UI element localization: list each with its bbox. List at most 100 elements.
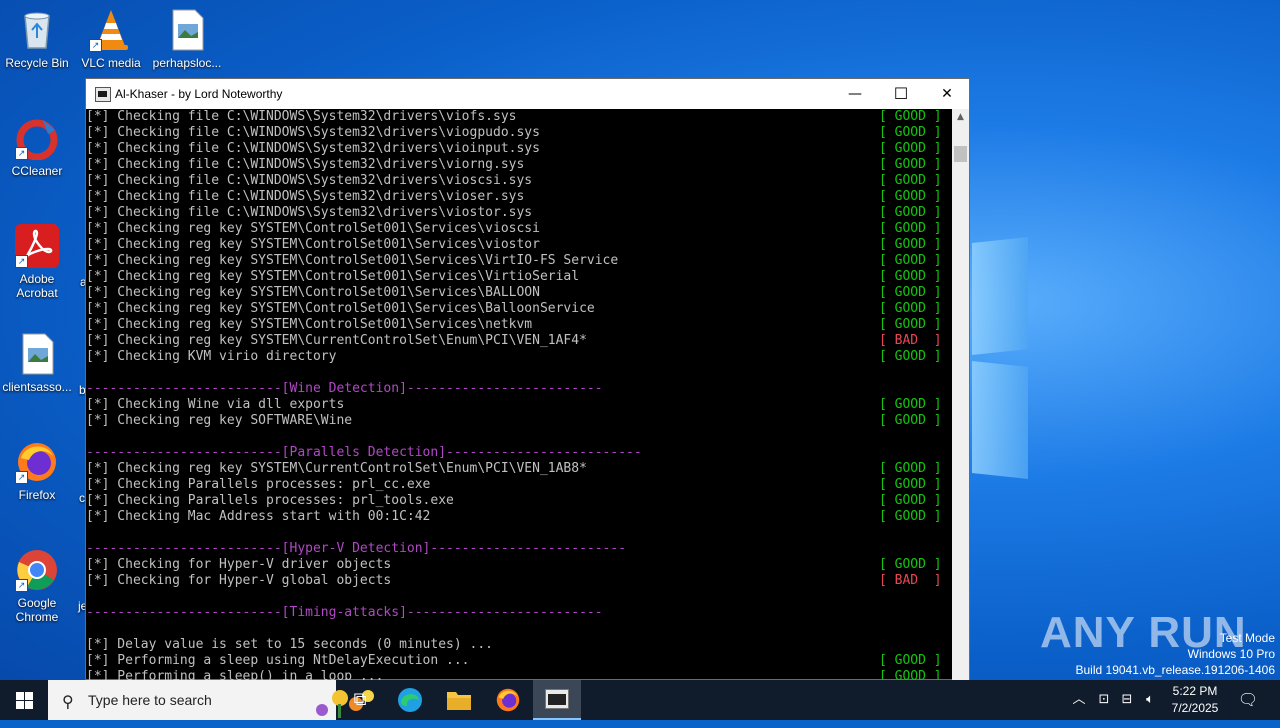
minimize-button[interactable]: — <box>832 79 878 109</box>
network-icon[interactable]: ⊟ <box>1116 680 1138 720</box>
console-line: [*] Checking file C:\WINDOWS\System32\dr… <box>86 109 952 125</box>
taskbar-console-app[interactable] <box>533 680 581 720</box>
desktop-icon-label: Recycle Bin <box>5 56 69 70</box>
maximize-button[interactable]: ☐ <box>878 79 924 109</box>
windows-start-icon-pane <box>25 692 33 700</box>
desktop-icon-vlc[interactable]: ↗ VLC media <box>74 8 148 70</box>
console-line: [*] Checking reg key SYSTEM\ControlSet00… <box>86 317 952 333</box>
console-line-text: [*] Checking file C:\WINDOWS\System32\dr… <box>86 141 540 156</box>
console-line: [*] Checking Parallels processes: prl_cc… <box>86 477 952 493</box>
console-line-text: [*] Checking for Hyper-V global objects <box>86 573 392 588</box>
desktop-icon-label: clientsasso... <box>2 380 72 394</box>
desktop-icon-recycle-bin[interactable]: Recycle Bin <box>0 8 74 70</box>
console-line-text: [*] Checking file C:\WINDOWS\System32\dr… <box>86 157 525 172</box>
console-line-text: [*] Checking reg key SYSTEM\ControlSet00… <box>86 221 540 236</box>
console-line: [*] Delay value is set to 15 seconds (0 … <box>86 637 952 653</box>
status-good: [ GOOD ] <box>879 125 942 140</box>
console-line: [*] Checking reg key SYSTEM\ControlSet00… <box>86 269 952 285</box>
console-line: [*] Checking for Hyper-V global objects [… <box>86 573 952 589</box>
console-app-icon <box>95 87 111 102</box>
search-placeholder: Type here to search <box>88 692 212 708</box>
taskbar-clock[interactable]: 5:22 PM 7/2/2025 <box>1160 683 1230 717</box>
test-mode-notice: Test Mode Windows 10 Pro Build 19041.vb_… <box>1076 630 1276 678</box>
window-titlebar[interactable]: Al-Khaser - by Lord Noteworthy — ☐ ✕ <box>86 79 969 109</box>
console-line: [*] Checking reg key SYSTEM\ControlSet00… <box>86 221 952 237</box>
folder-icon <box>447 692 471 710</box>
taskbar-search-box[interactable]: ⚲ Type here to search <box>48 680 374 720</box>
console-line: [*] Checking Parallels processes: prl_to… <box>86 493 952 509</box>
vlc-cone-icon: ↗ <box>89 8 133 52</box>
console-section-header: -------------------------[Parallels Dete… <box>86 445 952 461</box>
volume-icon[interactable]: 🔈︎ <box>1139 680 1161 720</box>
status-good: [ GOOD ] <box>879 397 942 412</box>
chrome-icon: ↗ <box>15 548 59 592</box>
console-line: [*] Checking file C:\WINDOWS\System32\dr… <box>86 205 952 221</box>
console-line: [*] Checking file C:\WINDOWS\System32\dr… <box>86 157 952 173</box>
status-bad: [ BAD ] <box>879 333 942 348</box>
ccleaner-icon: ↗ <box>15 116 59 161</box>
status-good: [ GOOD ] <box>879 669 942 680</box>
console-section-header: -------------------------[Timing-attacks… <box>86 605 952 621</box>
start-button[interactable] <box>0 680 48 720</box>
console-line-text: [*] Checking KVM virio directory <box>86 349 337 364</box>
status-good: [ GOOD ] <box>879 285 942 300</box>
desktop-icon-label: Adobe Acrobat <box>16 272 58 300</box>
console-line-text: [*] Checking file C:\WINDOWS\System32\dr… <box>86 109 517 124</box>
status-good: [ GOOD ] <box>879 173 942 188</box>
console-line-text: [*] Performing a sleep using NtDelayExec… <box>86 653 470 668</box>
close-button[interactable]: ✕ <box>924 79 970 109</box>
window-title: Al-Khaser - by Lord Noteworthy <box>115 87 283 101</box>
console-line-text: [*] Performing a sleep() in a loop ... <box>86 669 384 680</box>
console-line: [*] Checking reg key SYSTEM\ControlSet00… <box>86 301 952 317</box>
status-good: [ GOOD ] <box>879 653 942 668</box>
status-good: [ GOOD ] <box>879 205 942 220</box>
console-line-text: [*] Checking file C:\WINDOWS\System32\dr… <box>86 173 533 188</box>
console-line: [*] Performing a sleep using NtDelayExec… <box>86 653 952 669</box>
desktop-icon-clientsasso[interactable]: clientsasso... <box>0 332 74 394</box>
desktop-icon-firefox[interactable]: ↗ Firefox <box>0 440 74 502</box>
scroll-up-arrow-icon[interactable]: ▲ <box>952 109 969 126</box>
console-line: [*] Checking file C:\WINDOWS\System32\dr… <box>86 189 952 205</box>
console-line-text: [*] Checking Mac Address start with 00:1… <box>86 509 431 524</box>
console-line-text: [*] Checking reg key SYSTEM\ControlSet00… <box>86 285 540 300</box>
console-line: [*] Checking reg key SOFTWARE\Wine [ GOOD… <box>86 413 952 429</box>
vertical-scrollbar[interactable]: ▲ <box>952 109 969 680</box>
console-line-text: [*] Checking reg key SOFTWARE\Wine <box>86 413 353 428</box>
desktop-icon-adobe-acrobat[interactable]: ↗ Adobe Acrobat <box>0 224 74 300</box>
task-view-button[interactable]: ⧉ <box>336 680 384 720</box>
console-line-text: [*] Delay value is set to 15 seconds (0 … <box>86 637 493 652</box>
console-line-text: [*] Checking file C:\WINDOWS\System32\dr… <box>86 125 540 140</box>
desktop-icon-google-chrome[interactable]: ↗ Google Chrome <box>0 548 74 624</box>
console-output[interactable]: [*] Checking file C:\WINDOWS\System32\dr… <box>86 109 952 680</box>
taskbar-edge[interactable] <box>386 680 434 720</box>
console-line-text: [*] Checking reg key SYSTEM\CurrentContr… <box>86 333 587 348</box>
status-good: [ GOOD ] <box>879 253 942 268</box>
status-good: [ GOOD ] <box>879 509 942 524</box>
notification-center-icon[interactable]: 🗨︎ <box>1232 680 1264 720</box>
image-file-icon <box>165 8 209 52</box>
windows-start-icon <box>16 692 24 700</box>
taskbar-file-explorer[interactable] <box>435 680 483 720</box>
taskbar-firefox[interactable] <box>484 680 532 720</box>
console-line-text: -------------------------[Hyper-V Detect… <box>86 541 627 556</box>
console-line: [*] Checking for Hyper-V driver objects [… <box>86 557 952 573</box>
desktop-icon-label: VLC media <box>81 56 141 70</box>
console-line-text: [*] Checking for Hyper-V driver objects <box>86 557 392 572</box>
console-line: [*] Checking file C:\WINDOWS\System32\dr… <box>86 173 952 189</box>
console-window[interactable]: Al-Khaser - by Lord Noteworthy — ☐ ✕ [*]… <box>85 78 970 680</box>
console-line: [*] Checking file C:\WINDOWS\System32\dr… <box>86 125 952 141</box>
recycle-bin-icon <box>15 8 59 52</box>
status-bad: [ BAD ] <box>879 573 942 588</box>
console-line-text: [*] Checking reg key SYSTEM\ControlSet00… <box>86 317 533 332</box>
desktop-icon-ccleaner[interactable]: ↗ CCleaner <box>0 116 74 178</box>
desktop-icon-perhapsloc[interactable]: perhapsloc... <box>150 8 224 70</box>
windows-build: Build 19041.vb_release.191206-1406 <box>1075 663 1276 677</box>
tray-overflow-chevron-icon[interactable]: ︿ <box>1068 680 1090 720</box>
console-line-text: [*] Checking file C:\WINDOWS\System32\dr… <box>86 205 533 220</box>
tray-device-icon[interactable]: ⊡ <box>1093 680 1115 720</box>
desktop-icon-label: perhapsloc... <box>152 56 222 70</box>
scrollbar-thumb[interactable] <box>954 146 967 162</box>
